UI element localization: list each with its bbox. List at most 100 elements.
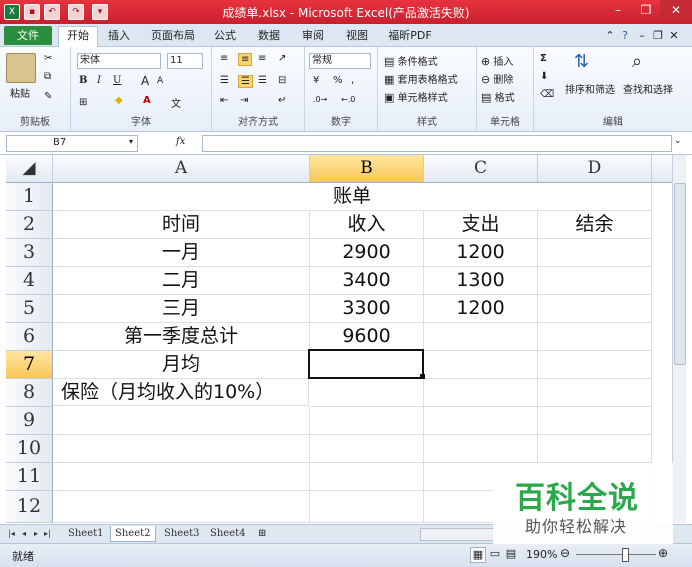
cell-d3[interactable] (538, 239, 652, 267)
tab-page-layout[interactable]: 页面布局 (146, 27, 200, 45)
border-icon[interactable]: ⊞ (79, 97, 87, 108)
delete-cells-button[interactable]: ⊖ 删除 (481, 71, 513, 86)
row-header-6[interactable]: 6 (6, 323, 53, 351)
insert-cells-button[interactable]: ⊕ 插入 (481, 53, 513, 68)
cell-d7[interactable] (538, 351, 652, 379)
copy-icon[interactable]: ⧉ (44, 71, 51, 82)
tab-formulas[interactable]: 公式 (210, 27, 240, 45)
cell-a11[interactable] (53, 463, 310, 491)
vertical-scrollbar[interactable] (672, 155, 686, 523)
sheet-tab-3[interactable]: Sheet3 (160, 526, 204, 541)
zoom-out-icon[interactable]: ⊖ (560, 546, 570, 560)
sheet-nav-last-icon[interactable]: ▸| (44, 526, 51, 541)
cell-d10[interactable] (538, 435, 652, 463)
zoom-in-icon[interactable]: ⊕ (658, 546, 668, 560)
cell-a3[interactable]: 一月 (53, 239, 310, 267)
help-icon[interactable]: ? (618, 27, 632, 45)
cell-b10[interactable] (310, 435, 424, 463)
cell-c2[interactable]: 支出 (424, 211, 538, 239)
cell-b8[interactable] (310, 379, 424, 407)
decrease-indent-icon[interactable]: ⇤ (220, 95, 228, 106)
sheet-tab-2[interactable]: Sheet2 (110, 526, 156, 542)
zoom-level[interactable]: 190% (526, 548, 557, 561)
align-left-icon[interactable]: ☰ (220, 75, 229, 86)
cell-d5[interactable] (538, 295, 652, 323)
vertical-scroll-thumb[interactable] (674, 183, 686, 365)
clear-icon[interactable]: ⌫ (540, 89, 554, 100)
doc-close-icon[interactable]: ✕ (668, 27, 680, 45)
cell-d2[interactable]: 结余 (538, 211, 652, 239)
cell-b3[interactable]: 2900 (310, 239, 424, 267)
row-header-12[interactable]: 12 (6, 491, 53, 523)
doc-restore-icon[interactable]: ❐ (652, 27, 664, 45)
align-center-icon[interactable]: ☰ (238, 75, 253, 88)
cell-a9[interactable] (53, 407, 310, 435)
cell-c6[interactable] (424, 323, 538, 351)
currency-button[interactable]: ¥ (313, 75, 319, 86)
cell-a10[interactable] (53, 435, 310, 463)
sheet-tab-1[interactable]: Sheet1 (64, 526, 108, 541)
ribbon-collapse-icon[interactable]: ⌃ (604, 27, 616, 45)
grow-font-button[interactable]: A (141, 74, 149, 88)
sheet-nav-first-icon[interactable]: |◂ (8, 526, 15, 541)
bold-button[interactable]: B (79, 75, 87, 86)
format-cells-button[interactable]: ▤ 格式 (481, 89, 515, 104)
col-header-a[interactable]: A (53, 155, 310, 183)
minimize-icon[interactable]: – (604, 0, 632, 20)
cell-c4[interactable]: 1300 (424, 267, 538, 295)
bottom-align-icon[interactable]: ≡ (258, 53, 266, 64)
top-align-icon[interactable]: ≡ (220, 53, 228, 64)
col-header-b[interactable]: B (310, 155, 424, 183)
cell-c7[interactable] (424, 351, 538, 379)
cell-c8[interactable] (424, 379, 538, 407)
row-header-10[interactable]: 10 (6, 435, 53, 463)
cell-c9[interactable] (424, 407, 538, 435)
tab-home[interactable]: 开始 (58, 26, 98, 47)
cell-b9[interactable] (310, 407, 424, 435)
restore-icon[interactable]: ❐ (632, 0, 660, 20)
increase-indent-icon[interactable]: ⇥ (240, 95, 248, 106)
row-header-8[interactable]: 8 (6, 379, 53, 407)
cell-b11[interactable] (310, 463, 424, 491)
zoom-slider[interactable] (576, 554, 656, 555)
cell-c10[interactable] (424, 435, 538, 463)
horizontal-scrollbar[interactable] (420, 528, 494, 541)
name-box-dropdown-icon[interactable]: ▾ (129, 137, 133, 146)
cell-a12[interactable] (53, 491, 310, 523)
cell-a6[interactable]: 第一季度总计 (53, 323, 310, 351)
cell-c3[interactable]: 1200 (424, 239, 538, 267)
tab-review[interactable]: 审阅 (298, 27, 328, 45)
select-all-corner[interactable]: ◢ (6, 155, 53, 183)
insert-sheet-icon[interactable]: ⊞ (258, 526, 266, 541)
cell-a7[interactable]: 月均 (53, 351, 310, 379)
row-header-7[interactable]: 7 (6, 351, 53, 379)
cell-b2[interactable]: 收入 (310, 211, 424, 239)
cell-styles-button[interactable]: ▣ 单元格样式 (384, 89, 448, 104)
cell-a2[interactable]: 时间 (53, 211, 310, 239)
fill-icon[interactable]: ⬇ (540, 71, 548, 82)
page-break-view-icon[interactable]: ▤ (504, 547, 518, 561)
cell-a8[interactable]: 保险（月均收入的10%） (53, 379, 309, 406)
tab-view[interactable]: 视图 (342, 27, 372, 45)
sheet-nav-prev-icon[interactable]: ◂ (22, 526, 26, 541)
row-header-2[interactable]: 2 (6, 211, 53, 239)
col-header-e[interactable] (652, 155, 673, 183)
orientation-icon[interactable]: ↗ (278, 53, 286, 64)
cell-b6[interactable]: 9600 (310, 323, 424, 351)
percent-button[interactable]: % (333, 75, 343, 86)
row-header-1[interactable]: 1 (6, 183, 53, 211)
font-color-button[interactable]: A (143, 95, 151, 106)
formula-input[interactable] (202, 135, 672, 152)
cell-c5[interactable]: 1200 (424, 295, 538, 323)
font-name-select[interactable]: 宋体 (77, 53, 161, 69)
autosum-icon[interactable]: Σ (540, 53, 547, 64)
merge-center-icon[interactable]: ⊟ (278, 75, 286, 86)
cell-d4[interactable] (538, 267, 652, 295)
cell-b5[interactable]: 3300 (310, 295, 424, 323)
italic-button[interactable]: I (97, 75, 101, 86)
sheet-nav-next-icon[interactable]: ▸ (34, 526, 38, 541)
tab-file[interactable]: 文件 (4, 26, 52, 45)
fill-handle[interactable] (420, 374, 425, 379)
paste-button[interactable]: 粘贴 (10, 85, 30, 100)
increase-decimal-icon[interactable]: .0→ (313, 95, 327, 104)
